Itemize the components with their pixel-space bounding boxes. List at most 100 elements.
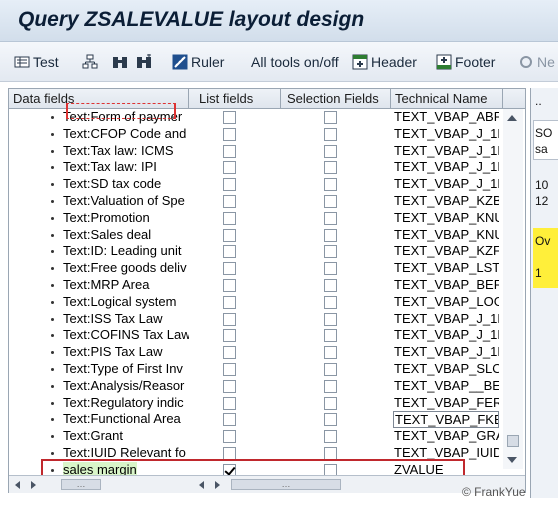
- technical-name-cell[interactable]: TEXT_VBAP__BEV: [393, 378, 499, 395]
- selection-field-checkbox[interactable]: [324, 262, 337, 276]
- data-field-cell[interactable]: Text:MRP Area: [9, 277, 189, 294]
- list-field-checkbox[interactable]: [223, 396, 236, 410]
- data-field-cell[interactable]: Text:Logical system: [9, 294, 189, 311]
- selection-field-checkbox[interactable]: [324, 178, 337, 192]
- table-row[interactable]: Text:ISS Tax Law TEXT_VBAP_J_1B: [9, 311, 509, 328]
- data-field-cell[interactable]: Text:COFINS Tax Law: [9, 327, 189, 344]
- table-row[interactable]: Text:Regulatory indic TEXT_VBAP_FERC: [9, 395, 509, 412]
- technical-name-cell[interactable]: TEXT_VBAP_LOGS: [393, 294, 499, 311]
- technical-name-cell[interactable]: TEXT_VBAP_GRA: [393, 428, 499, 445]
- scroll-up-icon[interactable]: [507, 115, 517, 121]
- table-row[interactable]: Text:ID: Leading unit TEXT_VBAP_KZFM: [9, 243, 509, 260]
- table-row[interactable]: Text:CFOP Code and TEXT_VBAP_J_1B: [9, 126, 509, 143]
- list-field-checkbox[interactable]: [223, 379, 236, 393]
- list-field-checkbox[interactable]: [223, 295, 236, 309]
- column-header-selection-fields[interactable]: Selection Fields: [281, 89, 391, 109]
- technical-name-cell[interactable]: TEXT_VBAP_LSTA: [393, 260, 499, 277]
- selection-field-checkbox[interactable]: [324, 195, 337, 208]
- column-header-technical-name[interactable]: Technical Name: [391, 89, 503, 109]
- table-row[interactable]: Text:Logical system TEXT_VBAP_LOGS: [9, 294, 509, 311]
- column-header-list-fields[interactable]: List fields: [189, 89, 281, 109]
- table-row[interactable]: Text:PIS Tax Law TEXT_VBAP_J_1B: [9, 344, 509, 361]
- find-next-button[interactable]: [136, 52, 155, 72]
- table-row[interactable]: Text:Grant TEXT_VBAP_GRA: [9, 428, 509, 445]
- technical-name-cell[interactable]: TEXT_VBAP_ABFO: [393, 109, 499, 126]
- technical-name-cell[interactable]: TEXT_VBAP_FERC: [393, 395, 499, 412]
- scroll-right-icon-2[interactable]: [215, 481, 220, 489]
- list-field-checkbox[interactable]: [223, 262, 236, 276]
- data-field-cell[interactable]: Text:Promotion: [9, 210, 189, 227]
- selection-field-checkbox[interactable]: [324, 413, 337, 427]
- selection-field-checkbox[interactable]: [324, 430, 337, 444]
- next-button[interactable]: Ne: [518, 52, 555, 72]
- selection-field-checkbox[interactable]: [324, 379, 337, 393]
- technical-name-cell[interactable]: TEXT_VBAP_KZFM: [393, 243, 499, 260]
- table-row[interactable]: Text:COFINS Tax Law TEXT_VBAP_J_1B: [9, 327, 509, 344]
- selection-field-checkbox[interactable]: [324, 111, 337, 124]
- horizontal-scrollbar[interactable]: … …: [9, 475, 525, 493]
- scroll-down-icon[interactable]: [507, 457, 517, 463]
- list-field-checkbox[interactable]: [223, 413, 236, 427]
- selection-field-checkbox[interactable]: [324, 312, 337, 326]
- data-field-cell[interactable]: Text:ID: Leading unit: [9, 243, 189, 260]
- technical-name-cell[interactable]: TEXT_VBAP_FKBER: [393, 411, 499, 429]
- data-field-cell[interactable]: Text:Grant: [9, 428, 189, 445]
- list-field-checkbox[interactable]: [223, 312, 236, 326]
- data-field-cell[interactable]: Text:Tax law: ICMS: [9, 143, 189, 160]
- data-field-cell[interactable]: Text:Regulatory indic: [9, 395, 189, 412]
- list-field-checkbox[interactable]: [223, 144, 236, 158]
- table-row[interactable]: Text:Tax law: IPI TEXT_VBAP_J_1B: [9, 159, 509, 176]
- technical-name-cell[interactable]: TEXT_VBAP_KNUI: [393, 227, 499, 244]
- technical-name-cell[interactable]: TEXT_VBAP_J_1B: [393, 344, 499, 361]
- table-row[interactable]: Text:Functional Area TEXT_VBAP_FKBER: [9, 411, 509, 429]
- list-field-checkbox[interactable]: [223, 245, 236, 259]
- selection-field-checkbox[interactable]: [324, 228, 337, 242]
- footer-button[interactable]: Footer: [436, 52, 495, 72]
- technical-name-cell[interactable]: TEXT_VBAP_KZBW: [393, 193, 499, 210]
- table-row[interactable]: Text:Analysis/Reasor TEXT_VBAP__BEV: [9, 378, 509, 395]
- data-field-cell[interactable]: Text:PIS Tax Law: [9, 344, 189, 361]
- hscroll-thumb-1[interactable]: …: [61, 479, 101, 490]
- technical-name-cell[interactable]: TEXT_VBAP_J_1B: [393, 176, 499, 193]
- technical-name-cell[interactable]: TEXT_VBAP_J_1B: [393, 126, 499, 143]
- test-button[interactable]: Test: [14, 52, 59, 72]
- table-row[interactable]: Text:Tax law: ICMS TEXT_VBAP_J_1B: [9, 143, 509, 160]
- selection-field-checkbox[interactable]: [324, 396, 337, 410]
- table-row[interactable]: Text:SD tax code TEXT_VBAP_J_1B: [9, 176, 509, 193]
- data-field-cell[interactable]: Text:Valuation of Spe: [9, 193, 189, 210]
- list-field-checkbox[interactable]: [223, 178, 236, 192]
- data-field-cell[interactable]: Text:Sales deal: [9, 227, 189, 244]
- table-row[interactable]: Text:Promotion TEXT_VBAP_KNUI: [9, 210, 509, 227]
- selection-field-checkbox[interactable]: [324, 363, 337, 376]
- selection-field-checkbox[interactable]: [324, 245, 337, 259]
- list-field-checkbox[interactable]: [223, 279, 236, 292]
- selection-field-checkbox[interactable]: [324, 144, 337, 158]
- table-row[interactable]: Text:Type of First Inv TEXT_VBAP_SLOG: [9, 361, 509, 378]
- technical-name-cell[interactable]: TEXT_VBAP_SLOG: [393, 361, 499, 378]
- list-field-checkbox[interactable]: [223, 346, 236, 360]
- technical-name-cell[interactable]: TEXT_VBAP_J_1B: [393, 311, 499, 328]
- selection-field-checkbox[interactable]: [324, 211, 337, 225]
- technical-name-cell[interactable]: TEXT_VBAP_J_1B: [393, 327, 499, 344]
- table-row[interactable]: Text:Sales deal TEXT_VBAP_KNUI: [9, 227, 509, 244]
- technical-name-cell[interactable]: TEXT_VBAP_J_1B: [393, 159, 499, 176]
- scroll-left-icon[interactable]: [15, 481, 20, 489]
- selection-field-checkbox[interactable]: [324, 329, 337, 343]
- list-field-checkbox[interactable]: [223, 111, 236, 124]
- selection-field-checkbox[interactable]: [324, 346, 337, 360]
- scroll-left-icon-2[interactable]: [199, 481, 204, 489]
- selection-field-checkbox[interactable]: [324, 279, 337, 292]
- ruler-button[interactable]: Ruler: [172, 52, 224, 72]
- table-row[interactable]: Text:Free goods deliv TEXT_VBAP_LSTA: [9, 260, 509, 277]
- hscroll-thumb-2[interactable]: …: [231, 479, 341, 490]
- technical-name-cell[interactable]: TEXT_VBAP_BERI: [393, 277, 499, 294]
- data-field-cell[interactable]: Text:SD tax code: [9, 176, 189, 193]
- technical-name-cell[interactable]: TEXT_VBAP_KNUI: [393, 210, 499, 227]
- list-field-checkbox[interactable]: [223, 329, 236, 343]
- find-button[interactable]: [112, 52, 131, 72]
- data-field-cell[interactable]: Text:Tax law: IPI: [9, 159, 189, 176]
- hierarchy-button[interactable]: [82, 52, 101, 72]
- all-tools-toggle[interactable]: All tools on/off: [251, 52, 339, 72]
- list-field-checkbox[interactable]: [223, 195, 236, 208]
- technical-name-cell[interactable]: TEXT_VBAP_J_1B: [393, 143, 499, 160]
